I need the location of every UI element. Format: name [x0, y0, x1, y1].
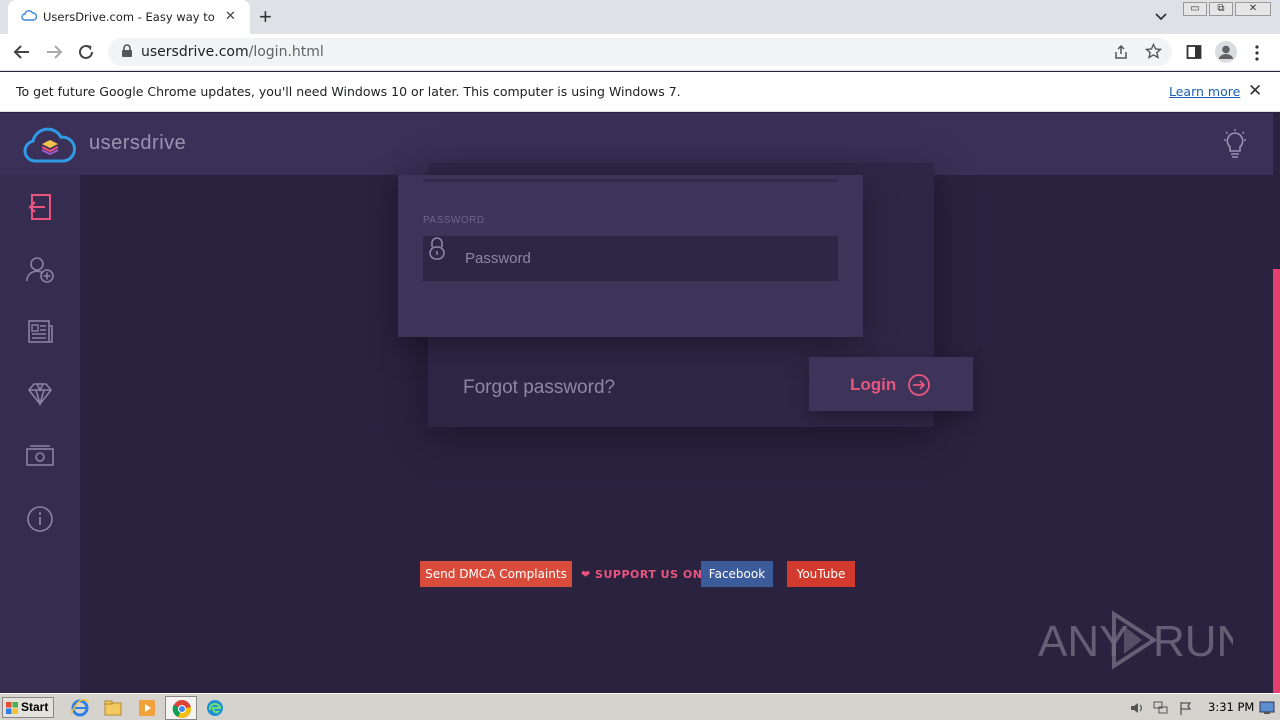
taskbar-clock[interactable]: 3:31 PM: [1208, 700, 1254, 714]
dmca-button[interactable]: Send DMCA Complaints: [420, 561, 572, 587]
windows-flag-icon: [6, 702, 18, 714]
show-desktop-icon[interactable]: [1259, 701, 1275, 715]
tab-title: UsersDrive.com - Easy way to share: [43, 10, 218, 24]
start-button[interactable]: Start: [2, 697, 54, 718]
lock-icon[interactable]: [120, 44, 134, 58]
update-infobar: To get future Google Chrome updates, you…: [0, 72, 1280, 112]
cloud-logo-icon[interactable]: [23, 125, 77, 165]
profile-avatar-icon[interactable]: [1214, 40, 1238, 64]
add-user-icon[interactable]: [26, 255, 54, 283]
side-panel-icon[interactable]: [1186, 44, 1202, 60]
windows-taskbar: Start 3:31 PM: [0, 693, 1280, 720]
share-icon[interactable]: [1113, 44, 1129, 60]
arrow-right-circle-icon: [908, 374, 930, 396]
username-field-bottom[interactable]: [423, 179, 838, 182]
password-label: PASSWORD: [423, 215, 485, 226]
svg-text:RUN: RUN: [1153, 617, 1233, 666]
support-us-label: ❤ SUPPORT US ON: [581, 568, 703, 581]
tab-close-icon[interactable]: ✕: [225, 8, 236, 24]
padlock-icon: [429, 237, 445, 260]
site-viewport: usersdrive PASSWORD Forgot password? Log…: [0, 113, 1280, 693]
media-player-icon[interactable]: [137, 698, 157, 718]
infobar-close-icon[interactable]: ✕: [1248, 81, 1262, 101]
action-center-flag-icon[interactable]: [1178, 701, 1194, 715]
edge-icon[interactable]: [205, 698, 225, 718]
diamond-icon[interactable]: [26, 380, 54, 408]
facebook-button[interactable]: Facebook: [701, 561, 773, 587]
news-icon[interactable]: [26, 317, 54, 345]
info-icon[interactable]: [26, 505, 54, 533]
login-form-card: PASSWORD: [398, 175, 863, 337]
chrome-icon: [172, 700, 192, 718]
sidebar: [0, 175, 80, 693]
browser-tab[interactable]: UsersDrive.com - Easy way to share ✕: [8, 0, 250, 34]
brand-name[interactable]: usersdrive: [89, 132, 186, 155]
restore-button[interactable]: ⧉: [1209, 2, 1233, 16]
start-label: Start: [21, 700, 49, 714]
new-tab-button[interactable]: +: [259, 4, 272, 30]
site-favicon-icon: [21, 10, 37, 21]
tab-strip: UsersDrive.com - Easy way to share ✕ + ▭…: [0, 0, 1280, 34]
tab-search-chevron-icon[interactable]: [1154, 10, 1168, 24]
anyrun-watermark-logo: ANY RUN: [1038, 610, 1233, 670]
address-bar[interactable]: usersdrive.com/login.html: [108, 38, 1172, 66]
network-icon[interactable]: [1153, 701, 1169, 715]
password-input[interactable]: [423, 236, 838, 281]
chrome-taskbar-button[interactable]: [165, 696, 197, 720]
infobar-message: To get future Google Chrome updates, you…: [16, 84, 681, 99]
bookmark-star-icon[interactable]: [1145, 43, 1162, 60]
url-text: usersdrive.com/login.html: [141, 44, 324, 60]
reload-icon[interactable]: [77, 43, 95, 61]
minimize-button[interactable]: ▭: [1183, 2, 1207, 16]
close-window-button[interactable]: ✕: [1235, 2, 1271, 16]
kebab-menu-icon[interactable]: [1253, 44, 1261, 62]
login-icon[interactable]: [26, 193, 54, 221]
internet-explorer-icon[interactable]: [70, 698, 90, 718]
lightbulb-icon[interactable]: [1222, 129, 1248, 159]
toolbar: usersdrive.com/login.html: [0, 34, 1280, 71]
learn-more-link[interactable]: Learn more: [1169, 84, 1240, 99]
youtube-button[interactable]: YouTube: [787, 561, 855, 587]
scrollbar-thumb[interactable]: [1273, 269, 1280, 693]
forward-icon[interactable]: [44, 43, 64, 61]
forgot-password-link[interactable]: Forgot password?: [463, 377, 615, 399]
login-button-label: Login: [850, 375, 897, 394]
volume-icon[interactable]: [1129, 701, 1145, 715]
file-explorer-icon[interactable]: [103, 698, 123, 718]
money-icon[interactable]: [26, 442, 54, 470]
login-button[interactable]: Login: [809, 357, 973, 411]
back-icon[interactable]: [12, 43, 32, 61]
